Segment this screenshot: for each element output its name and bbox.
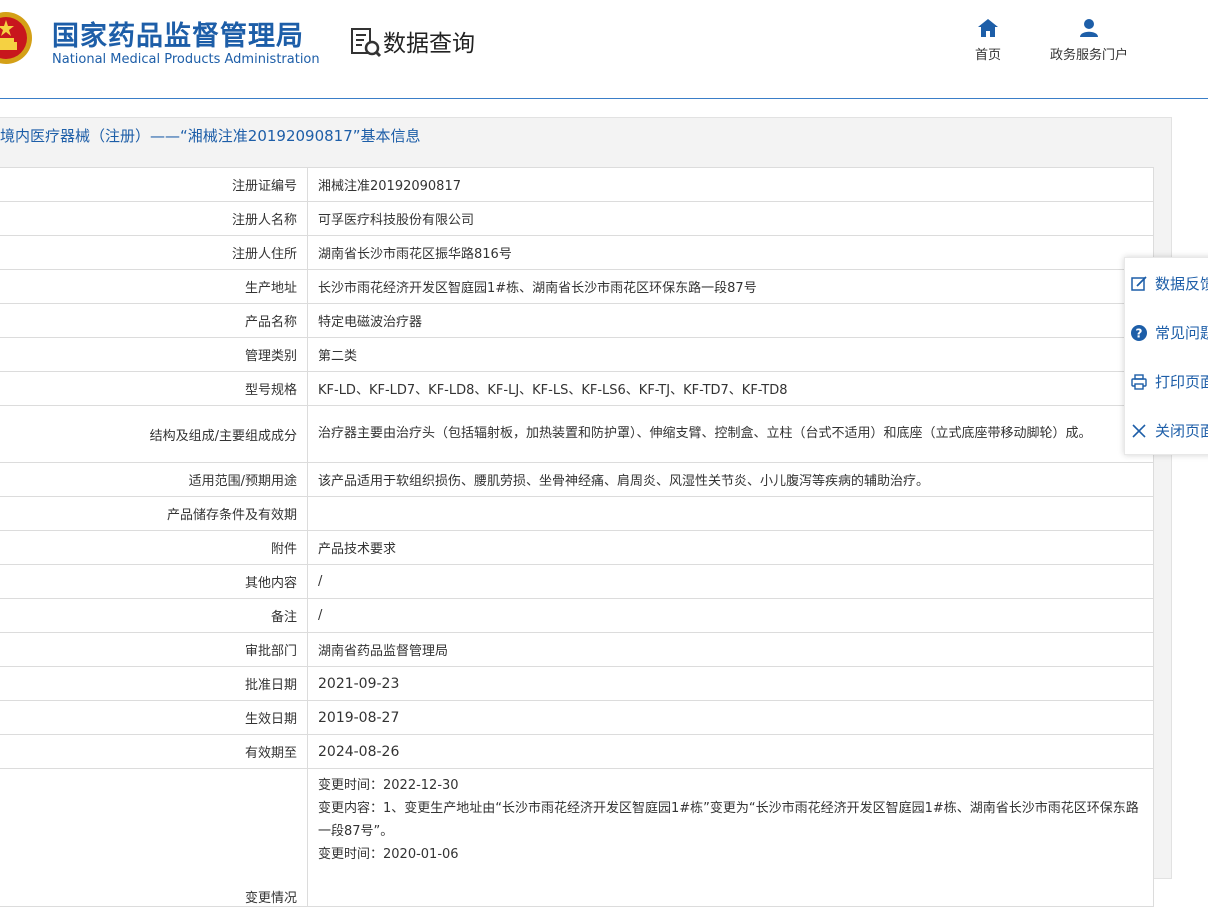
table-row: 其他内容 / [0,564,1154,599]
field-value: / [307,598,1154,633]
change-line: 变更内容：1、变更生产地址由“长沙市雨花经济开发区智庭园1#栋”变更为“长沙市雨… [318,801,1139,839]
field-label: 注册人住所 [0,235,308,270]
field-label: 变更情况 [0,768,308,907]
header-divider [0,98,1208,99]
field-label: 管理类别 [0,337,308,372]
field-label: 注册证编号 [0,167,308,202]
table-row: 管理类别 第二类 [0,337,1154,372]
user-icon [1080,19,1098,37]
print-icon [1131,374,1147,390]
query-title: 数据查询 [383,31,475,57]
data-query-icon [351,28,382,58]
field-value: 特定电磁波治疗器 [307,303,1154,338]
table-row: 审批部门 湖南省药品监督管理局 [0,632,1154,667]
table-row: 有效期至 2024-08-26 [0,734,1154,769]
edit-icon [1131,276,1147,291]
table-row: 产品名称 特定电磁波治疗器 [0,303,1154,338]
national-emblem-icon [0,12,32,64]
table-row: 注册人名称 可孚医疗科技股份有限公司 [0,201,1154,236]
field-value: 湘械注准20192090817 [307,167,1154,202]
nav-service-portal[interactable]: 政务服务门户 [1040,18,1138,63]
field-label: 产品储存条件及有效期 [0,496,308,531]
table-row: 批准日期 2021-09-23 [0,666,1154,701]
table-row: 结构及组成/主要组成成分 治疗器主要由治疗头（包括辐射板，加热装置和防护罩）、伸缩… [0,405,1154,463]
side-menu: 数据反馈 ? 常见问题 打印页面 关闭页面 [1124,257,1208,455]
home-icon [978,19,998,37]
field-label: 其他内容 [0,564,308,599]
field-value: 2021-09-23 [307,666,1154,701]
close-icon [1132,424,1146,438]
site-header: 国家药品监督管理局 National Medical Products Admi… [0,0,1208,98]
field-label: 审批部门 [0,632,308,667]
field-label: 备注 [0,598,308,633]
field-value: / [307,564,1154,599]
table-row: 注册人住所 湖南省长沙市雨花区振华路816号 [0,235,1154,270]
side-item-print-label: 打印页面 [1155,373,1208,391]
table-row: 型号规格 KF-LD、KF-LD7、KF-LD8、KF-LJ、KF-LS、KF-L… [0,371,1154,406]
field-label: 注册人名称 [0,201,308,236]
field-value: 该产品适用于软组织损伤、腰肌劳损、坐骨神经痛、肩周炎、风湿性关节炎、小儿腹泻等疾… [307,462,1154,497]
field-label: 产品名称 [0,303,308,338]
field-value: 湖南省药品监督管理局 [307,632,1154,667]
agency-name-cn[interactable]: 国家药品监督管理局 [52,14,304,53]
side-item-close-label: 关闭页面 [1155,422,1208,440]
field-label: 型号规格 [0,371,308,406]
table-row: 生效日期 2019-08-27 [0,700,1154,735]
field-label: 适用范围/预期用途 [0,462,308,497]
change-line: 变更时间：2020-01-06 [318,847,459,862]
field-value: 产品技术要求 [307,530,1154,565]
field-value: 治疗器主要由治疗头（包括辐射板，加热装置和防护罩）、伸缩支臂、控制盒、立柱（台式… [307,405,1154,463]
table-row: 附件 产品技术要求 [0,530,1154,565]
field-value: 长沙市雨花经济开发区智庭园1#栋、湖南省长沙市雨花区环保东路一段87号 [307,269,1154,304]
table-row: 生产地址 长沙市雨花经济开发区智庭园1#栋、湖南省长沙市雨花区环保东路一段87号 [0,269,1154,304]
table-row: 备注 / [0,598,1154,633]
field-label: 生效日期 [0,700,308,735]
field-value: 湖南省长沙市雨花区振华路816号 [307,235,1154,270]
change-history: 变更时间：2022-12-30 变更内容：1、变更生产地址由“长沙市雨花经济开发区… [307,768,1154,907]
side-item-faq-label: 常见问题 [1155,324,1208,342]
change-line: 变更时间：2022-12-30 [318,778,459,793]
table-row: 适用范围/预期用途 该产品适用于软组织损伤、腰肌劳损、坐骨神经痛、肩周炎、风湿性关… [0,462,1154,497]
question-icon: ? [1131,325,1147,341]
field-label: 结构及组成/主要组成成分 [0,405,308,463]
table-row-change: 变更情况 变更时间：2022-12-30 变更内容：1、变更生产地址由“长沙市雨花经… [0,768,1154,907]
agency-name-en[interactable]: National Medical Products Administration [52,52,320,67]
field-value: 2024-08-26 [307,734,1154,769]
field-label: 生产地址 [0,269,308,304]
field-value: 可孚医疗科技股份有限公司 [307,201,1154,236]
nav-home[interactable]: 首页 [968,18,1008,63]
table-row: 产品储存条件及有效期 [0,496,1154,531]
svg-text:?: ? [1136,327,1143,341]
field-label: 批准日期 [0,666,308,701]
field-label: 有效期至 [0,734,308,769]
field-value: KF-LD、KF-LD7、KF-LD8、KF-LJ、KF-LS、KF-LS6、K… [307,371,1154,406]
panel-title: 境内医疗器械（注册）——“湘械注准20192090817”基本信息 [0,127,421,145]
field-value: 第二类 [307,337,1154,372]
record-table: 注册证编号 湘械注准20192090817 注册人名称 可孚医疗科技股份有限公司 注册人… [0,167,1154,907]
side-item-feedback-label: 数据反馈 [1155,275,1208,293]
field-label: 附件 [0,530,308,565]
field-value [307,496,1154,531]
nav-portal-label: 政务服务门户 [1049,48,1128,63]
field-value: 2019-08-27 [307,700,1154,735]
table-row: 注册证编号 湘械注准20192090817 [0,167,1154,202]
nav-home-label: 首页 [974,48,1001,63]
